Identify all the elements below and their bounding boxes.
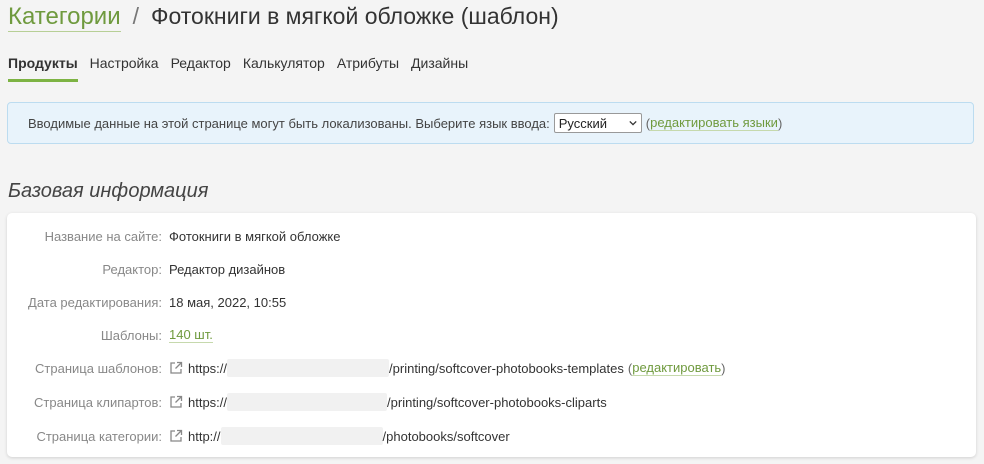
url-path: /printing/softcover-photobooks-cliparts <box>387 394 607 410</box>
info-row-edit-date: Дата редактирования: 18 мая, 2022, 10:55 <box>7 292 976 312</box>
info-value: Редактор дизайнов <box>169 261 286 277</box>
external-link-icon <box>170 429 183 442</box>
tab-bar: Продукты Настройка Редактор Калькулятор … <box>8 53 480 82</box>
edit-languages-link[interactable]: редактировать языки <box>650 115 778 131</box>
paren-close: ) <box>777 115 783 131</box>
info-row-templates-page: Страница шаблонов: https:// /printing/so… <box>7 358 976 378</box>
info-value: Фотокниги в мягкой обложке <box>169 228 341 244</box>
tab-attributes[interactable]: Атрибуты <box>337 53 399 82</box>
basic-info-card: Название на сайте: Фотокниги в мягкой об… <box>7 213 976 457</box>
url-prefix: https:// <box>188 360 228 376</box>
tab-settings[interactable]: Настройка <box>90 53 159 82</box>
breadcrumb-categories-link[interactable]: Категории <box>8 3 121 32</box>
info-label: Дата редактирования: <box>28 294 162 310</box>
info-value: 18 мая, 2022, 10:55 <box>169 294 287 310</box>
tab-designs[interactable]: Дизайны <box>411 53 468 82</box>
info-row-templates: Шаблоны: 140 шт. <box>7 325 976 345</box>
redacted-domain <box>227 359 390 377</box>
info-label: Шаблоны: <box>100 327 162 343</box>
url-prefix: http:// <box>188 428 221 444</box>
language-select-value: Русский <box>558 115 607 131</box>
url-path: /photobooks/softcover <box>382 428 510 444</box>
notice-text: Вводимые данные на этой странице могут б… <box>28 115 550 131</box>
redacted-domain <box>227 393 388 411</box>
info-label: Название на сайте: <box>44 228 162 244</box>
page-title: Фотокниги в мягкой обложке (шаблон) <box>151 3 559 29</box>
external-link-icon <box>170 395 183 408</box>
tab-products[interactable]: Продукты <box>8 53 78 82</box>
language-select[interactable]: Русский <box>553 113 642 133</box>
templates-page-url[interactable]: https:// /printing/softcover-photobooks-… <box>169 359 624 377</box>
edit-templates-page-link[interactable]: редактировать <box>632 360 722 376</box>
tab-calculator[interactable]: Калькулятор <box>243 53 325 82</box>
redacted-domain <box>220 427 383 445</box>
info-row-editor: Редактор: Редактор дизайнов <box>7 259 976 279</box>
cliparts-page-url[interactable]: https:// /printing/softcover-photobooks-… <box>169 393 607 411</box>
url-prefix: https:// <box>188 394 228 410</box>
info-row-cliparts-page: Страница клипартов: https:// /printing/s… <box>7 392 976 412</box>
templates-count-link[interactable]: 140 шт. <box>169 327 213 343</box>
category-page-url[interactable]: http:// /photobooks/softcover <box>169 427 510 445</box>
section-title: Базовая информация <box>8 180 209 202</box>
info-label: Страница клипартов: <box>34 394 162 410</box>
localization-notice: Вводимые данные на этой странице могут б… <box>7 102 974 144</box>
info-label: Страница шаблонов: <box>35 360 162 376</box>
url-path: /printing/softcover-photobooks-templates <box>389 360 624 376</box>
paren-close: ) <box>721 360 726 376</box>
breadcrumb-separator: / <box>132 3 139 29</box>
info-row-category-page: Страница категории: http:// /photobooks/… <box>7 426 976 446</box>
external-link-icon <box>170 361 183 374</box>
page-header: Категории / Фотокниги в мягкой обложке (… <box>8 2 559 32</box>
chevron-down-icon <box>629 120 637 126</box>
info-label: Редактор: <box>102 261 162 277</box>
info-row-site-name: Название на сайте: Фотокниги в мягкой об… <box>7 226 976 246</box>
info-label: Страница категории: <box>36 428 162 444</box>
tab-editor[interactable]: Редактор <box>171 53 231 82</box>
